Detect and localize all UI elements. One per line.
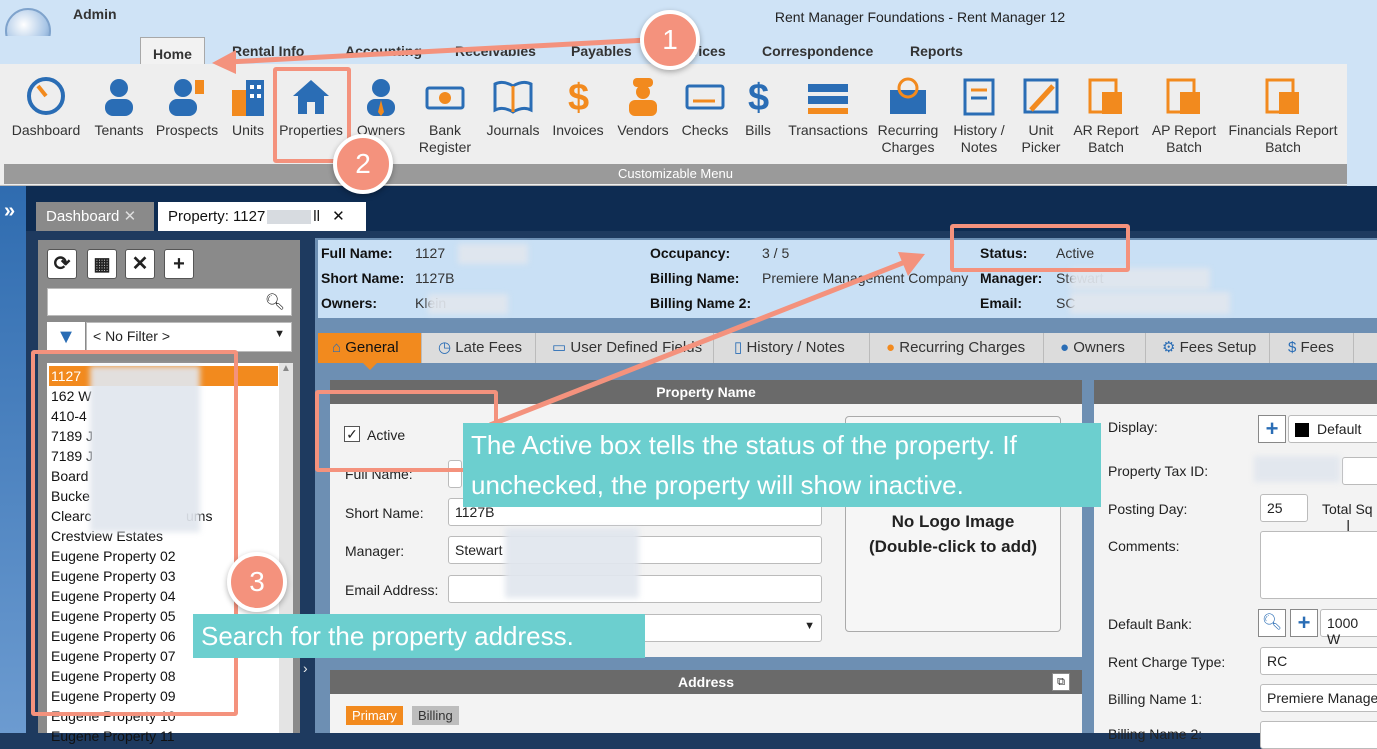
property-list-highlight (31, 350, 238, 716)
status-highlight (950, 224, 1130, 272)
callout-step-2: 2 (333, 134, 393, 194)
callout-step-3: 3 (227, 552, 287, 612)
search-note: Search for the property address. (193, 614, 645, 658)
callout-step-1: 1 (640, 10, 700, 70)
active-box-note: The Active box tells the status of the p… (463, 423, 1101, 507)
